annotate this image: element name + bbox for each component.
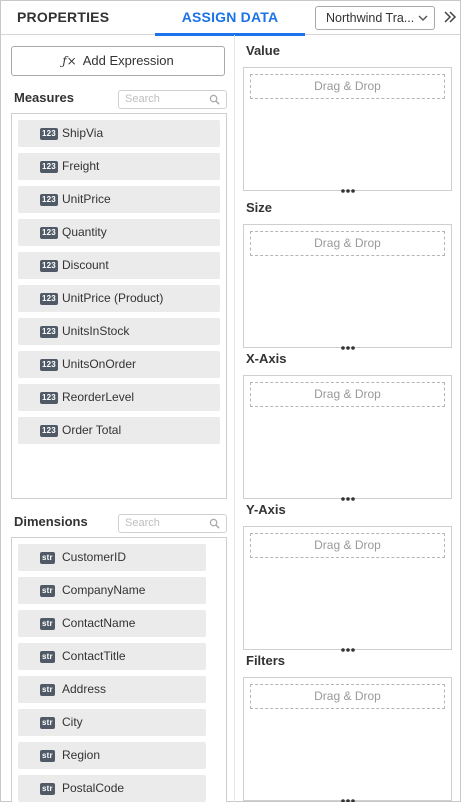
measures-field-item[interactable]: 123 ReorderLevel xyxy=(18,384,220,411)
search-icon xyxy=(209,518,220,529)
assign-data-panel: PROPERTIES ASSIGN DATA Northwind Tra... … xyxy=(0,0,461,802)
measures-list[interactable]: 123 ShipVia 123 Freight 123 UnitPrice 123 Quant… xyxy=(11,113,227,499)
string-type-icon: str xyxy=(40,783,55,795)
value-section-title: Value xyxy=(246,43,280,58)
string-type-icon: str xyxy=(40,717,55,729)
measures-field-item[interactable]: 123 ShipVia xyxy=(18,120,220,147)
string-type-icon: str xyxy=(40,618,55,630)
dimensions-field-item[interactable]: str CompanyName xyxy=(18,577,206,604)
dimensions-field-item[interactable]: str ContactTitle xyxy=(18,643,206,670)
field-name: PostalCode xyxy=(62,781,125,795)
more-options-icon[interactable] xyxy=(340,496,356,502)
y-axis-section-title: Y-Axis xyxy=(246,502,286,517)
numeric-type-icon: 123 xyxy=(40,326,58,338)
measures-field-item[interactable]: 123 Quantity xyxy=(18,219,220,246)
drag-drop-target[interactable]: Drag & Drop xyxy=(250,74,445,99)
measures-title: Measures xyxy=(14,90,74,105)
field-name: UnitsOnOrder xyxy=(62,357,137,371)
numeric-type-icon: 123 xyxy=(40,392,58,404)
numeric-type-icon: 123 xyxy=(40,161,58,173)
tab-assign-data[interactable]: ASSIGN DATA xyxy=(155,1,305,36)
field-name: Address xyxy=(62,682,107,696)
string-type-icon: str xyxy=(40,684,55,696)
panel-header: PROPERTIES ASSIGN DATA Northwind Tra... xyxy=(1,1,460,36)
field-name: UnitPrice (Product) xyxy=(62,291,164,305)
drag-drop-target[interactable]: Drag & Drop xyxy=(250,382,445,407)
string-type-icon: str xyxy=(40,750,55,762)
numeric-type-icon: 123 xyxy=(40,194,58,206)
field-name: City xyxy=(62,715,83,729)
chevron-down-icon xyxy=(418,15,428,21)
size-section-title: Size xyxy=(246,200,273,215)
field-name: Quantity xyxy=(62,225,107,239)
dimensions-field-item[interactable]: str PostalCode xyxy=(18,775,206,802)
field-name: ReorderLevel xyxy=(62,390,135,404)
measures-field-item[interactable]: 123 Order Total xyxy=(18,417,220,444)
field-name: CustomerID xyxy=(62,550,127,564)
field-name: UnitPrice xyxy=(62,192,111,206)
numeric-type-icon: 123 xyxy=(40,260,58,272)
datasource-dropdown[interactable]: Northwind Tra... xyxy=(315,6,435,30)
add-expression-label: Add Expression xyxy=(82,53,174,68)
string-type-icon: str xyxy=(40,552,55,564)
y-axis-drop-area[interactable]: Drag & Drop xyxy=(243,526,452,653)
field-name: Freight xyxy=(62,159,100,173)
numeric-type-icon: 123 xyxy=(40,128,58,140)
field-name: Order Total xyxy=(62,423,122,437)
field-name: UnitsInStock xyxy=(62,324,130,338)
more-options-icon[interactable] xyxy=(340,647,356,653)
x-axis-drop-area[interactable]: Drag & Drop xyxy=(243,375,452,502)
dimensions-list[interactable]: str CustomerID str CompanyName str ContactNam… xyxy=(11,537,227,802)
dimensions-field-item[interactable]: str ContactName xyxy=(18,610,206,637)
measures-field-item[interactable]: 123 UnitsOnOrder xyxy=(18,351,220,378)
measures-field-item[interactable]: 123 UnitsInStock xyxy=(18,318,220,345)
measures-field-item[interactable]: 123 Freight xyxy=(18,153,220,180)
drag-drop-target[interactable]: Drag & Drop xyxy=(250,684,445,709)
field-name: ContactTitle xyxy=(62,649,126,663)
dimensions-title: Dimensions xyxy=(14,514,88,529)
more-options-icon[interactable] xyxy=(340,345,356,351)
field-name: Region xyxy=(62,748,101,762)
numeric-type-icon: 123 xyxy=(40,293,58,305)
filters-drop-area[interactable]: Drag & Drop xyxy=(243,677,452,802)
drag-drop-target[interactable]: Drag & Drop xyxy=(250,231,445,256)
measures-search-input[interactable]: Search xyxy=(118,90,227,109)
numeric-type-icon: 123 xyxy=(40,227,58,239)
x-axis-section-title: X-Axis xyxy=(246,351,287,366)
field-name: CompanyName xyxy=(62,583,146,597)
double-chevron-right-icon[interactable] xyxy=(442,9,458,25)
add-expression-button[interactable]: ƒ× Add Expression xyxy=(11,46,225,76)
drag-drop-target[interactable]: Drag & Drop xyxy=(250,533,445,558)
field-name: Discount xyxy=(62,258,109,272)
function-icon: ƒ× xyxy=(62,54,77,68)
dimensions-field-item[interactable]: str CustomerID xyxy=(18,544,206,571)
value-drop-area[interactable]: Drag & Drop xyxy=(243,67,452,194)
size-drop-area[interactable]: Drag & Drop xyxy=(243,224,452,351)
measures-search-placeholder: Search xyxy=(125,93,160,105)
more-options-icon[interactable] xyxy=(340,188,356,194)
dimensions-field-item[interactable]: str City xyxy=(18,709,206,736)
string-type-icon: str xyxy=(40,585,55,597)
dimensions-search-placeholder: Search xyxy=(125,517,160,529)
datasource-value: Northwind Tra... xyxy=(326,11,415,25)
filters-section-title: Filters xyxy=(246,653,286,668)
numeric-type-icon: 123 xyxy=(40,425,58,437)
measures-field-item[interactable]: 123 Discount xyxy=(18,252,220,279)
string-type-icon: str xyxy=(40,651,55,663)
column-divider xyxy=(234,35,235,802)
numeric-type-icon: 123 xyxy=(40,359,58,371)
dimensions-search-input[interactable]: Search xyxy=(118,514,227,533)
measures-field-item[interactable]: 123 UnitPrice xyxy=(18,186,220,213)
dimensions-field-item[interactable]: str Address xyxy=(18,676,206,703)
dimensions-field-item[interactable]: str Region xyxy=(18,742,206,769)
field-name: ContactName xyxy=(62,616,136,630)
field-name: ShipVia xyxy=(62,126,104,140)
measures-field-item[interactable]: 123 UnitPrice (Product) xyxy=(18,285,220,312)
more-options-icon[interactable] xyxy=(340,798,356,802)
tab-properties[interactable]: PROPERTIES xyxy=(17,1,109,35)
search-icon xyxy=(209,94,220,105)
